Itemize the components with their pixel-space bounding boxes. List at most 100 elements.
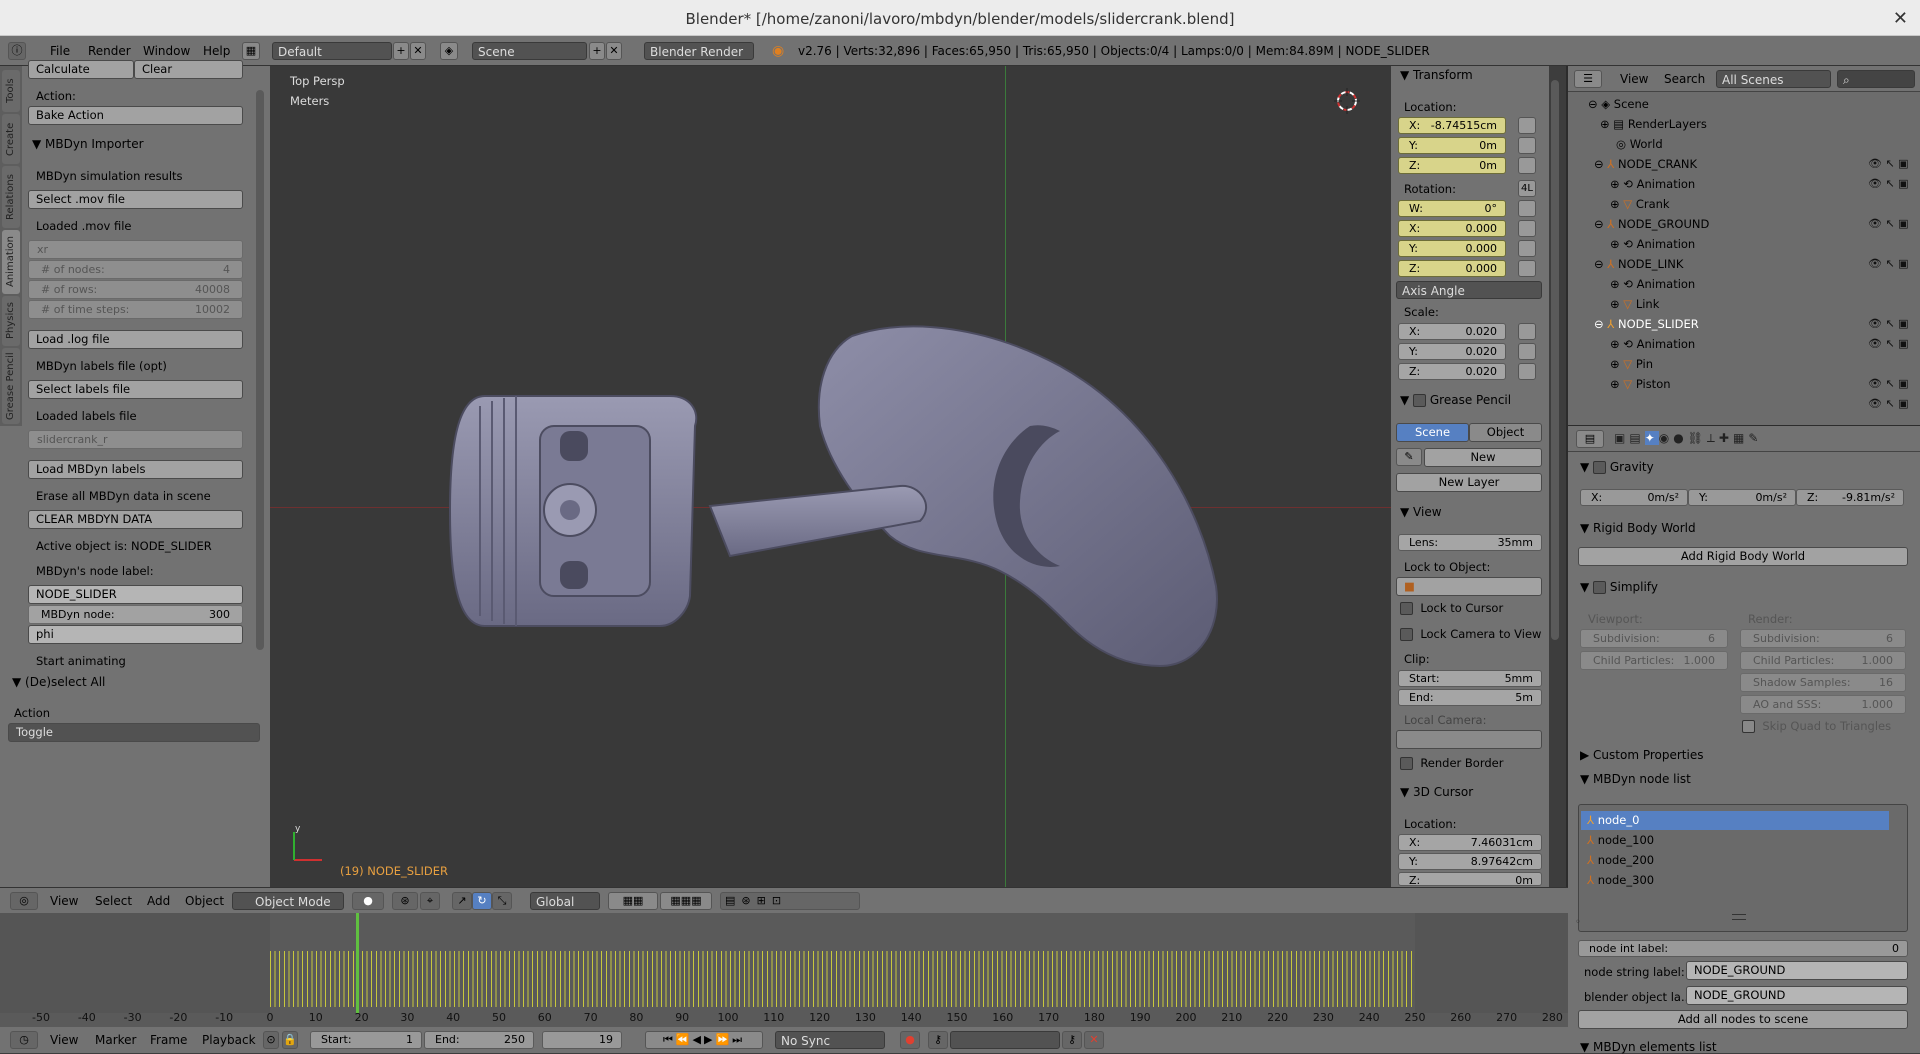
outliner-row[interactable]: ⊕ ⟲ Animation <box>1610 174 1695 194</box>
cursor-z-field[interactable]: Z: 0m <box>1398 872 1542 886</box>
pivot-select-icon[interactable]: ⊛ <box>392 892 418 910</box>
gravity-x-field[interactable]: X: 0m/s² <box>1580 489 1688 506</box>
insert-keyframe-icon[interactable]: ⚷ <box>1062 1031 1082 1049</box>
timeline-playback-menu[interactable]: Playback <box>202 1027 256 1053</box>
gp-new-button[interactable]: New <box>1424 448 1542 467</box>
lock-location-x-icon[interactable] <box>1518 117 1536 134</box>
gravity-y-field[interactable]: Y: 0m/s² <box>1688 489 1796 506</box>
node-list-item[interactable]: ⅄ node_100 <box>1581 831 1889 850</box>
orientation-select[interactable]: Global <box>530 892 600 910</box>
grease-pencil-checkbox[interactable] <box>1413 394 1427 407</box>
viewport-add-menu[interactable]: Add <box>147 888 170 914</box>
render-border-row[interactable]: Render Border <box>1400 756 1503 770</box>
scale-x-field[interactable]: X: 0.020 <box>1398 323 1506 340</box>
properties-editor-icon[interactable]: ▤ <box>1576 430 1604 448</box>
phi-field[interactable]: phi <box>28 625 243 644</box>
outliner-row[interactable]: ⊕ ▽ Piston <box>1610 374 1671 394</box>
outliner-row[interactable]: ⊕ ▽ Pin <box>1610 354 1653 374</box>
rotation-4l-toggle[interactable]: 4L <box>1518 180 1536 197</box>
outliner-row[interactable]: ⊕ ⟲ Animation <box>1610 234 1695 254</box>
add-rigid-body-world-button[interactable]: Add Rigid Body World <box>1578 547 1908 566</box>
location-z-field[interactable]: Z: 0m <box>1398 157 1506 174</box>
rigid-body-world-header[interactable]: ▼ Rigid Body World <box>1580 521 1696 535</box>
tab-physics[interactable]: Physics <box>2 296 20 346</box>
outliner-row[interactable]: ⊕ ⟲ Animation <box>1610 334 1695 354</box>
outliner-row[interactable]: ⊕ ▽ Crank <box>1610 194 1670 214</box>
cursor-x-field[interactable]: X: 7.46031cm <box>1398 834 1542 851</box>
n-panel-scrollbar[interactable] <box>1551 80 1559 640</box>
viewport-editor-icon[interactable]: ◎ <box>10 892 38 910</box>
gp-scene-button[interactable]: Scene <box>1396 423 1469 442</box>
mbdyn-elements-list-header[interactable]: ▼ MBDyn elements list <box>1580 1040 1717 1054</box>
location-y-field[interactable]: Y: 0m <box>1398 137 1506 154</box>
visibility-icons[interactable]: 👁 ↖ ▣ 👁 ↖ ▣ 👁 ↖ ▣ 👁 ↖ ▣ 👁 ↖ ▣ 👁 ↖ ▣ 👁 ↖ ▣ 👁 ↖ ▣ <box>1868 154 1909 414</box>
rotation-mode-select[interactable]: Axis Angle <box>1396 281 1542 299</box>
deselect-all-header[interactable]: ▼ (De)select All <box>12 675 105 689</box>
mbdyn-node-list-header[interactable]: ▼ MBDyn node list <box>1580 772 1691 786</box>
current-frame-field[interactable]: 19 <box>542 1031 622 1049</box>
outliner-row[interactable]: ⊕ ▤ RenderLayers <box>1600 114 1707 134</box>
slider-crank-model[interactable] <box>270 66 1391 887</box>
rotate-icon[interactable]: ↻ <box>472 892 492 910</box>
gp-new-layer-button[interactable]: New Layer <box>1396 473 1542 492</box>
render-engine-select[interactable]: Blender Render <box>644 42 754 60</box>
action-toggle-select[interactable]: Toggle <box>8 723 260 742</box>
mbdyn-importer-header[interactable]: ▼ MBDyn Importer <box>32 137 144 151</box>
manipulator-icon[interactable]: ⌖ <box>420 892 440 910</box>
outliner-view-menu[interactable]: View <box>1620 72 1648 86</box>
object-mode-select[interactable]: Object Mode <box>232 892 344 910</box>
outliner-row[interactable]: ◎ World <box>1616 134 1663 154</box>
gp-object-button[interactable]: Object <box>1469 423 1542 442</box>
shading-select-icon[interactable]: ● <box>352 892 384 910</box>
editor-type-icon[interactable]: ⓘ <box>8 42 26 60</box>
tab-create[interactable]: Create <box>2 114 20 164</box>
tool-shelf-scrollbar[interactable] <box>256 90 264 650</box>
properties-context-tabs[interactable]: ▣▤✦◉●⛓⟂✚▦✎ <box>1614 431 1762 446</box>
translate-icon[interactable]: ↗ <box>452 892 472 910</box>
grease-pencil-header[interactable]: ▼ Grease Pencil <box>1400 393 1511 407</box>
outliner-display-select[interactable]: All Scenes <box>1716 70 1831 88</box>
gravity-z-field[interactable]: Z: -9.81m/s² <box>1796 489 1904 506</box>
timeline[interactable]: -50 -40 -30 -20 -10 0 10 20 30 40 50 60 70 80 90 100 110… <box>0 913 1568 1027</box>
close-icon[interactable]: ✕ <box>1893 8 1908 29</box>
snap-tools-icon[interactable]: ▤⊛⊞⊡ <box>720 892 860 910</box>
lock-to-cursor-checkbox[interactable] <box>1400 602 1413 615</box>
outliner-search-menu[interactable]: Search <box>1664 72 1705 86</box>
rotation-w-field[interactable]: W: 0° <box>1398 200 1506 217</box>
outliner-row[interactable]: ⊕ ⟲ Animation <box>1610 274 1695 294</box>
clear-mbdyn-data-button[interactable]: CLEAR MBDYN DATA <box>28 510 243 529</box>
node-list-item[interactable]: ⅄ node_300 <box>1581 871 1889 890</box>
lock-location-z-icon[interactable] <box>1518 157 1536 174</box>
add-all-nodes-button[interactable]: Add all nodes to scene <box>1578 1010 1908 1029</box>
lock-location-y-icon[interactable] <box>1518 137 1536 154</box>
list-filter-icon[interactable]: ◦ <box>1575 917 1581 928</box>
timeline-marker-menu[interactable]: Marker <box>95 1027 136 1053</box>
lock-object-field[interactable]: ■ <box>1396 577 1542 596</box>
tab-tools[interactable]: Tools <box>2 70 20 112</box>
node-list-item-selected[interactable]: ⅄ node_0 <box>1581 811 1889 830</box>
playhead[interactable] <box>356 913 360 1013</box>
outliner-row[interactable]: ⊕ ▽ Link <box>1610 294 1659 314</box>
bake-action-button[interactable]: Bake Action <box>28 106 243 125</box>
rotation-z-field[interactable]: Z: 0.000 <box>1398 260 1506 277</box>
clip-start-field[interactable]: Start: 5mm <box>1398 670 1542 687</box>
select-labels-button[interactable]: Select labels file <box>28 380 243 399</box>
viewport-select-menu[interactable]: Select <box>95 888 132 914</box>
timeline-view-menu[interactable]: View <box>50 1027 78 1053</box>
pencil-icon[interactable]: ✎ <box>1396 448 1422 466</box>
lock-camera-row[interactable]: Lock Camera to View <box>1400 627 1541 641</box>
add-layout-icon[interactable]: + <box>393 42 409 60</box>
render-border-checkbox[interactable] <box>1400 757 1413 770</box>
3d-viewport[interactable]: Top Persp Meters (19) NODE_SLIDER y <box>270 66 1391 887</box>
viewport-object-menu[interactable]: Object <box>185 888 224 914</box>
clip-end-field[interactable]: End: 5m <box>1398 689 1542 706</box>
blender-object-label-field[interactable]: NODE_GROUND <box>1686 986 1908 1005</box>
node-list-item[interactable]: ⅄ node_200 <box>1581 851 1889 870</box>
scale-y-field[interactable]: Y: 0.020 <box>1398 343 1506 360</box>
location-x-field[interactable]: X: -8.74515cm <box>1398 117 1506 134</box>
outliner-row[interactable]: ⊖ ⅄ NODE_GROUND <box>1594 214 1709 234</box>
lock-range-icon[interactable]: 🔒 <box>282 1031 298 1049</box>
layout-field[interactable]: Default <box>272 42 392 60</box>
transform-header[interactable]: ▼ Transform <box>1400 68 1473 82</box>
scene-field[interactable]: Scene <box>472 42 587 60</box>
